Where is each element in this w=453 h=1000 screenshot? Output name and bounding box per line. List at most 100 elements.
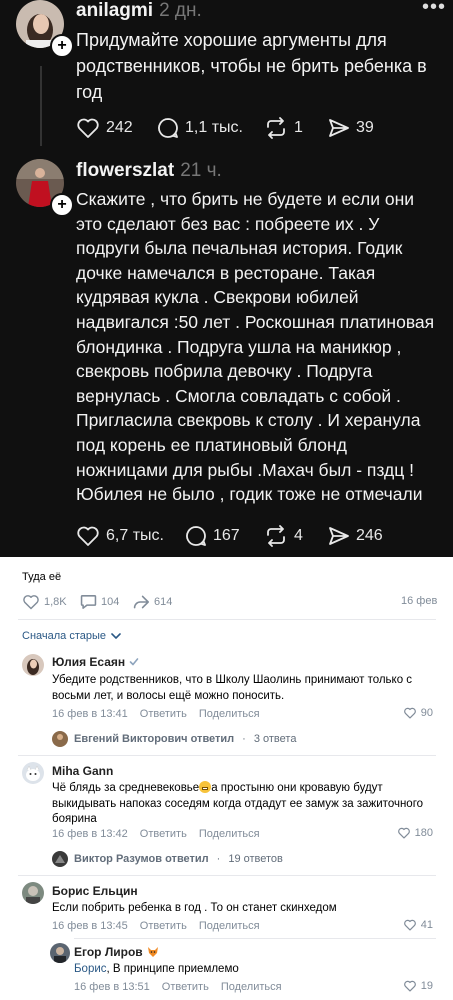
post-comment-button[interactable]: 104	[80, 594, 119, 610]
comment-meta: 16 фев в 13:42 Ответить Поделиться	[52, 828, 272, 840]
repost-icon	[267, 525, 285, 547]
comment-author-name[interactable]: Юлия Есаян	[52, 655, 125, 669]
post-author[interactable]: anilagmi 2 дн.	[76, 0, 202, 22]
reply-action: ответил	[165, 853, 209, 865]
repost-button[interactable]: 4	[264, 525, 303, 547]
avatar[interactable]	[50, 943, 70, 963]
reply-action: ответил	[190, 733, 235, 745]
post-share-count: 614	[154, 596, 173, 608]
reply-text-body: , В принципе приемлемо	[106, 963, 239, 975]
fox-emoji-icon	[147, 947, 158, 957]
share-count: 39	[356, 119, 374, 136]
threads-screenshot: + anilagmi 2 дн. ••• Придумайте хорошие а…	[0, 0, 453, 557]
avatar	[52, 851, 68, 867]
share-arrow-icon	[133, 595, 149, 609]
share-link[interactable]: Поделиться	[199, 920, 260, 932]
divider	[18, 755, 436, 756]
comment-like-button[interactable]: 19	[403, 980, 433, 992]
comment-like-button[interactable]: 90	[403, 707, 433, 719]
reply-count: 1,1 тыс.	[185, 119, 243, 136]
reply-link[interactable]: Ответить	[140, 708, 187, 720]
chevron-down-icon	[111, 633, 121, 639]
share-link[interactable]: Поделиться	[199, 828, 260, 840]
repost-count: 1	[294, 119, 303, 136]
replies-count: 3 ответа	[253, 733, 297, 745]
comment-like-count: 90	[420, 707, 433, 719]
comment-like-count: 19	[420, 980, 433, 992]
reply-button[interactable]: 167	[185, 525, 240, 547]
heart-icon	[397, 827, 410, 839]
post-share-button[interactable]: 614	[132, 594, 172, 610]
avatar	[52, 731, 68, 747]
comment-like-button[interactable]: 41	[403, 919, 433, 931]
replies-thread-link[interactable]: Евгений Викторович ответил · 3 ответа	[52, 731, 296, 747]
share-count: 246	[356, 527, 383, 544]
heart-icon	[403, 980, 416, 992]
reply-author: Виктор Разумов	[74, 853, 163, 865]
comment-text-part: Чё блядь за средневековье	[52, 782, 200, 794]
post-text: Придумайте хорошие аргументы для родстве…	[76, 30, 427, 102]
repost-button[interactable]: 1	[264, 117, 303, 139]
more-icon[interactable]: •••	[422, 0, 446, 19]
heart-icon	[403, 919, 416, 931]
mention-link[interactable]: Борис	[74, 963, 107, 975]
comment-meta: 16 фев в 13:51 Ответить Поделиться	[74, 981, 294, 993]
share-button[interactable]: 39	[328, 117, 374, 139]
avatar[interactable]	[22, 654, 44, 676]
comment-date: 16 фев в 13:51	[74, 981, 150, 993]
share-link[interactable]: Поделиться	[221, 981, 282, 993]
comment-like-count: 41	[420, 919, 433, 931]
comment-bubble-icon	[186, 526, 206, 546]
sort-dropdown[interactable]: Сначала старые	[22, 630, 122, 642]
divider	[74, 938, 436, 939]
reply-button[interactable]: 1,1 тыс.	[157, 117, 243, 139]
sort-label: Сначала старые	[22, 630, 107, 642]
reply-author[interactable]: Егор Лиров	[74, 945, 159, 959]
grimace-emoji-icon	[199, 781, 212, 793]
like-count: 242	[106, 119, 133, 136]
repost-icon	[267, 117, 285, 139]
reply-author-name[interactable]: Егор Лиров	[74, 945, 143, 959]
post-comment-count: 104	[101, 596, 120, 608]
comment-text: Чё блядь за средневековье а простыню они …	[52, 781, 437, 828]
share-link[interactable]: Поделиться	[199, 708, 260, 720]
comment-author[interactable]: Юлия Есаян	[52, 655, 139, 669]
post-date: 16 фев	[401, 595, 438, 607]
send-icon	[329, 119, 349, 137]
like-button[interactable]: 6,7 тыс.	[76, 525, 164, 547]
follow-plus-icon[interactable]: +	[50, 193, 74, 217]
comment-text: Если побрить ребенка в год . То он стане…	[52, 902, 337, 914]
post-like-button[interactable]: 1,8K	[22, 594, 67, 610]
heart-icon	[23, 595, 39, 610]
reply-link[interactable]: Ответить	[162, 981, 209, 993]
thread-line	[40, 66, 42, 146]
replies-thread-link[interactable]: Виктор Разумов ответил · 19 ответов	[52, 851, 283, 867]
repost-count: 4	[294, 527, 303, 544]
comment-icon	[80, 595, 97, 609]
reply-author: Евгений Викторович	[74, 733, 188, 745]
avatar[interactable]	[22, 882, 44, 904]
reply-text: Борис, В принципе приемлемо	[74, 962, 414, 978]
post-author[interactable]: flowerszlat 21 ч.	[76, 160, 222, 182]
comment-meta: 16 фев в 13:45 Ответить Поделиться	[52, 920, 272, 932]
comment-date: 16 фев в 13:42	[52, 828, 128, 840]
follow-plus-icon[interactable]: +	[50, 34, 74, 58]
reply-link[interactable]: Ответить	[140, 920, 187, 932]
comment-like-button[interactable]: 180	[397, 827, 433, 839]
post-time: 2 дн.	[159, 0, 202, 21]
comment-author-name[interactable]: Борис Ельцин	[52, 884, 138, 898]
post-caption: Туда её	[22, 571, 62, 583]
like-button[interactable]: 242	[76, 117, 133, 139]
username[interactable]: anilagmi	[76, 0, 153, 21]
reply-link[interactable]: Ответить	[140, 828, 187, 840]
post-like-count: 1,8K	[44, 596, 67, 608]
share-button[interactable]: 246	[328, 525, 383, 547]
username[interactable]: flowerszlat	[76, 160, 174, 181]
comment-meta: 16 фев в 13:41 Ответить Поделиться	[52, 708, 272, 720]
comment-author-name[interactable]: Miha Gann	[52, 764, 113, 778]
avatar[interactable]	[22, 762, 44, 784]
send-icon	[329, 527, 349, 545]
post-text: Скажите , что брить не будете и если они…	[76, 189, 435, 505]
comment-like-count: 180	[414, 827, 433, 839]
replies-count: 19 ответов	[228, 853, 283, 865]
